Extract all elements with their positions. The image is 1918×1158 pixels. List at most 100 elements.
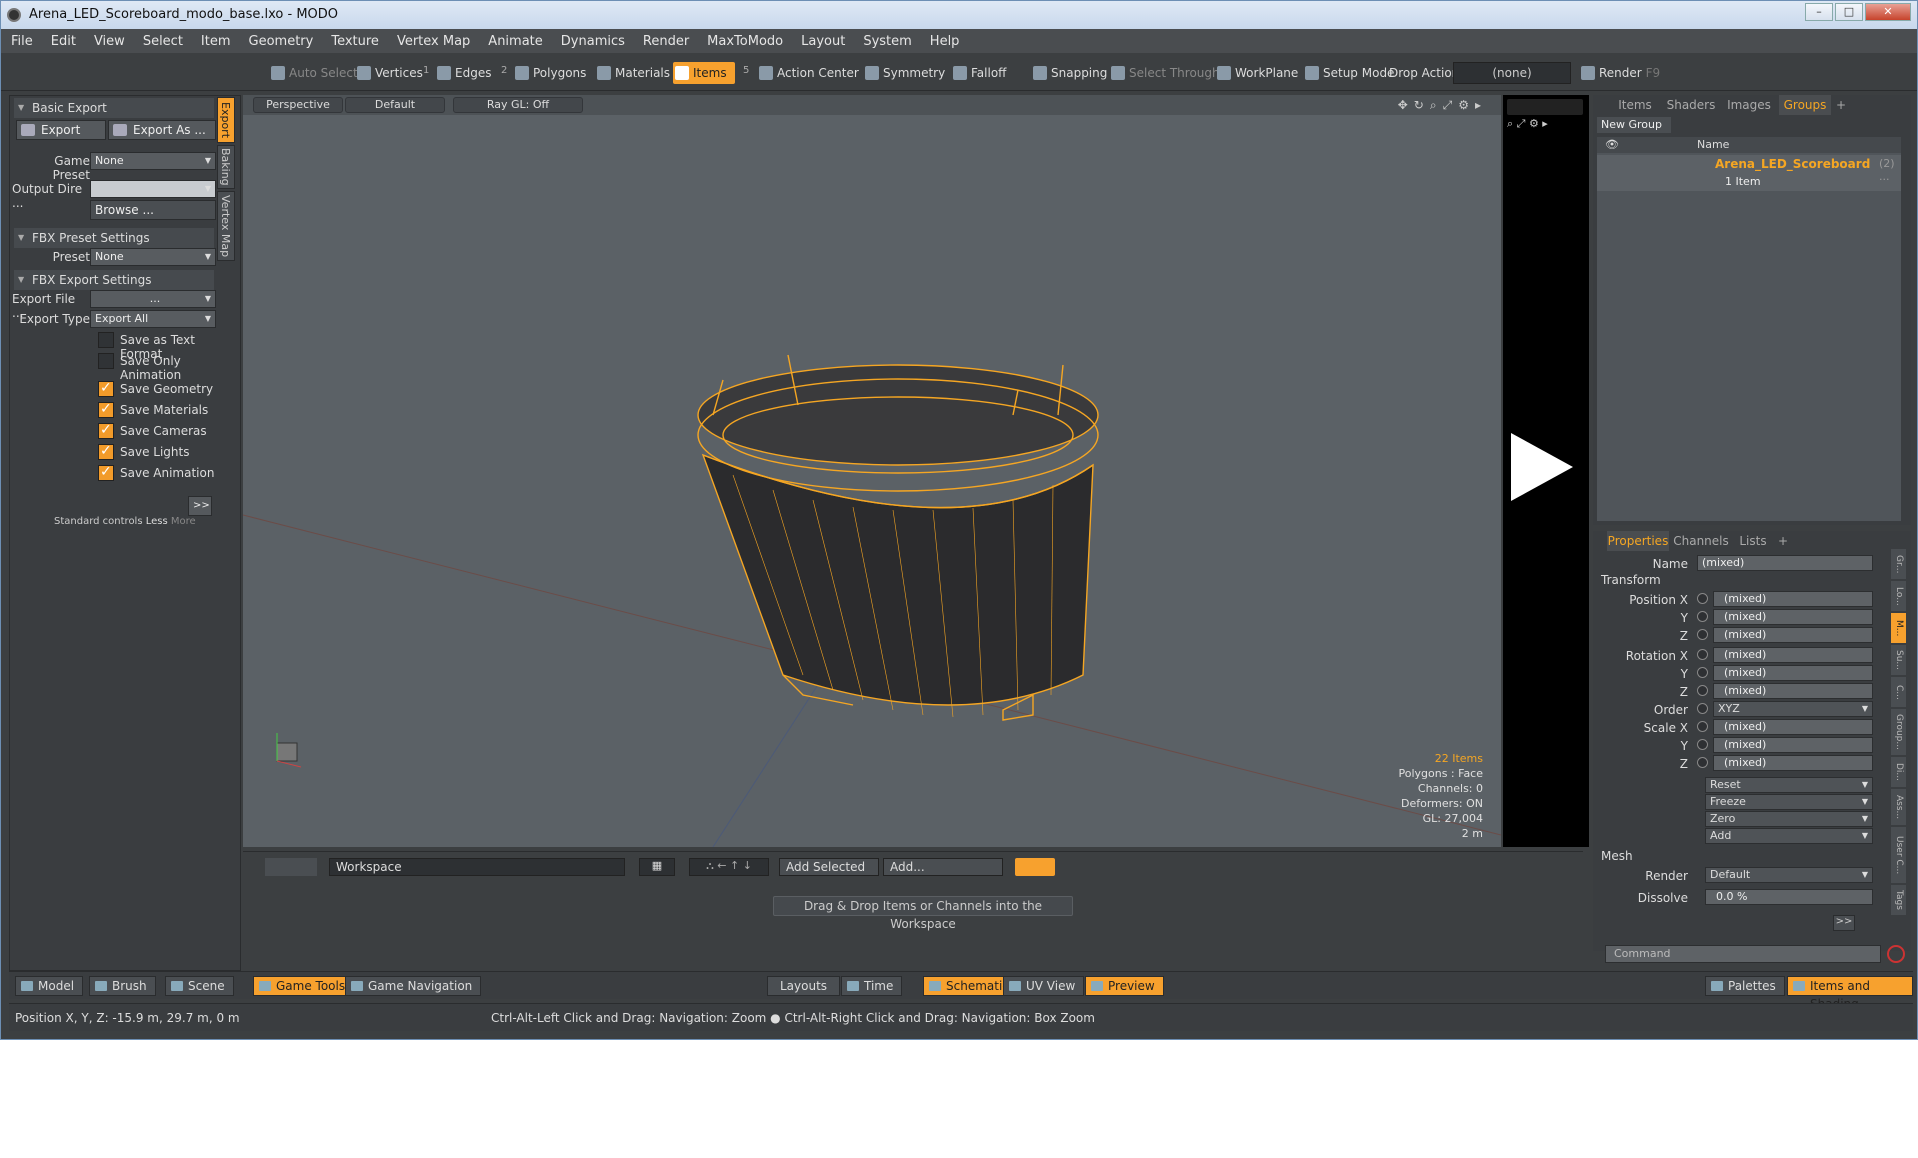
side-tab-c[interactable]: C...: [1891, 677, 1906, 707]
vertices-button[interactable]: Vertices: [355, 62, 423, 84]
export-type-select[interactable]: Export All: [90, 310, 216, 328]
fbx-export-header[interactable]: FBX Export Settings: [14, 270, 214, 290]
tab-groups[interactable]: Groups: [1779, 95, 1831, 115]
preview-tab[interactable]: Preview: [1085, 976, 1164, 996]
items-shading-button[interactable]: Items and Shading: [1787, 976, 1913, 1011]
menu-layout[interactable]: Layout: [801, 34, 845, 49]
scale-x-key[interactable]: [1697, 721, 1708, 732]
group-row[interactable]: Arena_LED_Scoreboard (2) ... 1 Item: [1597, 155, 1901, 191]
close-button[interactable]: ✕: [1865, 3, 1911, 21]
menu-vertex-map[interactable]: Vertex Map: [397, 34, 470, 49]
play-icon[interactable]: [1511, 433, 1573, 501]
rotate-icon[interactable]: ↻: [1414, 98, 1424, 113]
less-link[interactable]: Less: [146, 516, 168, 527]
tab-items[interactable]: Items: [1613, 95, 1657, 115]
save-geometry-checkbox[interactable]: [98, 380, 114, 397]
model-tab[interactable]: Model: [15, 976, 84, 996]
reset-button[interactable]: Reset: [1705, 777, 1873, 793]
render-select[interactable]: Default: [1705, 867, 1873, 883]
menu-view[interactable]: View: [94, 34, 125, 49]
pan-icon[interactable]: ✥: [1398, 98, 1408, 113]
add-props-tab-button[interactable]: +: [1775, 531, 1791, 551]
time-tab[interactable]: Time: [841, 976, 903, 996]
grid-view-icon[interactable]: ▦: [639, 858, 675, 876]
menu-geometry[interactable]: Geometry: [249, 34, 314, 49]
side-tab-su[interactable]: Su...: [1891, 645, 1906, 675]
save-lights-checkbox[interactable]: [98, 443, 114, 460]
side-tab-user-c[interactable]: User C...: [1891, 827, 1906, 883]
side-tab-m[interactable]: M...: [1891, 613, 1906, 643]
maximize-button[interactable]: □: [1835, 3, 1863, 21]
menu-dynamics[interactable]: Dynamics: [561, 34, 625, 49]
game-navigation-tab[interactable]: Game Navigation: [345, 976, 482, 996]
freeze-button[interactable]: Freeze: [1705, 794, 1873, 810]
fbx-preset-header[interactable]: FBX Preset Settings: [14, 228, 214, 248]
brush-tab[interactable]: Brush: [89, 976, 156, 996]
save-cameras-checkbox[interactable]: [98, 422, 114, 439]
dissolve-field[interactable]: 0.0 %: [1705, 889, 1873, 905]
uv-view-tab[interactable]: UV View: [1003, 976, 1085, 996]
menu-file[interactable]: File: [11, 34, 33, 49]
viewport-settings-icon[interactable]: ⚙: [1458, 98, 1469, 113]
preview-tools-icons[interactable]: ⌕ ⤢ ⚙ ▸: [1507, 117, 1548, 131]
more-link[interactable]: More: [171, 516, 196, 527]
scene-tab[interactable]: Scene: [165, 976, 234, 996]
tab-vertex-map[interactable]: Vertex Map: [217, 191, 235, 261]
menu-help[interactable]: Help: [930, 34, 960, 49]
scale-y-key[interactable]: [1697, 739, 1708, 750]
export-as-button[interactable]: Export As ...: [108, 120, 216, 140]
position-x-field[interactable]: (mixed): [1713, 591, 1873, 607]
rotation-z-key[interactable]: [1697, 685, 1708, 696]
render-button[interactable]: Render F9: [1579, 62, 1660, 84]
workspace-tools[interactable]: [265, 858, 317, 876]
order-select[interactable]: XYZ: [1713, 701, 1873, 717]
items-button[interactable]: Items: [673, 62, 735, 84]
menu-animate[interactable]: Animate: [488, 34, 542, 49]
symmetry-button[interactable]: Symmetry: [863, 62, 945, 84]
save-only-animation-checkbox[interactable]: [98, 353, 114, 369]
rotation-x-key[interactable]: [1697, 649, 1708, 660]
zero-button[interactable]: Zero: [1705, 811, 1873, 827]
position-x-key[interactable]: [1697, 593, 1708, 604]
record-icon[interactable]: [1887, 945, 1905, 963]
scale-z-field[interactable]: (mixed): [1713, 755, 1873, 771]
zoom-icon[interactable]: ⌕: [1430, 98, 1437, 113]
export-file-select[interactable]: ...: [90, 290, 216, 308]
save-materials-checkbox[interactable]: [98, 401, 114, 418]
layouts-tab[interactable]: Layouts: [767, 976, 841, 996]
scale-y-field[interactable]: (mixed): [1713, 737, 1873, 753]
side-tab-di[interactable]: Di...: [1891, 757, 1906, 787]
snapping-button[interactable]: Snapping: [1031, 62, 1107, 84]
props-more-button[interactable]: >>: [1833, 915, 1855, 931]
preset-select[interactable]: None: [90, 248, 216, 266]
name-field[interactable]: (mixed): [1697, 555, 1873, 571]
rotation-x-field[interactable]: (mixed): [1713, 647, 1873, 663]
output-dir-field[interactable]: [90, 180, 216, 198]
menu-texture[interactable]: Texture: [331, 34, 379, 49]
add-transform-button[interactable]: Add: [1705, 828, 1873, 844]
transform-header[interactable]: Transform: [1601, 573, 1661, 587]
tab-channels[interactable]: Channels: [1673, 531, 1729, 551]
3d-viewport[interactable]: Perspective Default Ray GL: Off ✥ ↻ ⌕ ⤢ …: [243, 95, 1501, 847]
side-tab-tags[interactable]: Tags: [1891, 885, 1906, 915]
command-input[interactable]: Command: [1605, 945, 1881, 963]
workspace-arrange-icons[interactable]: ⛬ ← ↑ ↓: [689, 858, 769, 876]
shading-mode-select[interactable]: Default: [345, 97, 445, 113]
side-tab-gr[interactable]: Gr...: [1891, 549, 1906, 579]
drop-action-dropdown[interactable]: (none): [1453, 62, 1571, 84]
side-tab-group[interactable]: Group...: [1891, 709, 1906, 755]
rotation-y-key[interactable]: [1697, 667, 1708, 678]
workspace-color-toggle[interactable]: [1015, 858, 1055, 876]
tab-baking[interactable]: Baking: [217, 145, 235, 189]
preview-video-panel[interactable]: ⌕ ⤢ ⚙ ▸: [1503, 95, 1589, 847]
rotation-z-field[interactable]: (mixed): [1713, 683, 1873, 699]
side-tab-lo[interactable]: Lo...: [1891, 581, 1906, 611]
position-z-field[interactable]: (mixed): [1713, 627, 1873, 643]
position-y-key[interactable]: [1697, 611, 1708, 622]
scale-z-key[interactable]: [1697, 757, 1708, 768]
scale-x-field[interactable]: (mixed): [1713, 719, 1873, 735]
save-text-format-checkbox[interactable]: [98, 332, 114, 348]
materials-button[interactable]: Materials: [595, 62, 670, 84]
action-center-button[interactable]: Action Center: [757, 62, 859, 84]
raygl-toggle[interactable]: Ray GL: Off: [453, 97, 583, 113]
